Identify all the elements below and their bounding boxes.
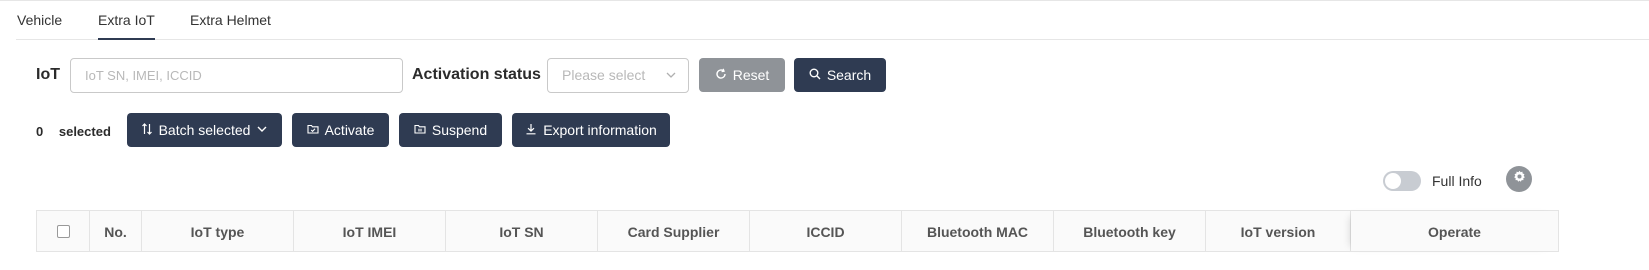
sort-arrows-icon — [141, 122, 153, 138]
refresh-icon — [715, 67, 727, 83]
tab-extra-helmet[interactable]: Extra Helmet — [190, 12, 271, 40]
export-information-label: Export information — [543, 122, 657, 138]
column-settings-button[interactable] — [1506, 166, 1532, 192]
column-header-iot-type[interactable]: IoT type — [142, 211, 294, 252]
column-header-iot-sn[interactable]: IoT SN — [446, 211, 598, 252]
folder-check-icon — [307, 122, 319, 138]
iot-filter-label: IoT — [36, 66, 60, 83]
column-header-iccid[interactable]: ICCID — [750, 211, 902, 252]
column-header-operate: Operate — [1351, 211, 1558, 252]
activation-status-select[interactable]: Please select — [547, 58, 689, 93]
table-header-divider — [36, 251, 1559, 252]
activate-button[interactable]: Activate — [292, 113, 389, 147]
activation-status-placeholder: Please select — [562, 67, 646, 83]
select-all-checkbox[interactable] — [56, 225, 70, 238]
search-label: Search — [826, 67, 872, 83]
search-icon — [809, 67, 821, 83]
tab-bar: Vehicle Extra IoT Extra Helmet — [16, 0, 1649, 40]
download-icon — [525, 122, 537, 138]
reset-label: Reset — [732, 67, 770, 83]
chevron-down-icon — [666, 59, 676, 92]
selected-count-label: selected — [58, 124, 111, 139]
tab-vehicle[interactable]: Vehicle — [17, 12, 62, 40]
reset-button[interactable]: Reset — [699, 58, 785, 92]
suspend-button[interactable]: Suspend — [399, 113, 502, 147]
gear-icon — [1513, 170, 1526, 188]
suspend-label: Suspend — [431, 122, 488, 138]
activate-label: Activate — [324, 122, 375, 138]
search-button[interactable]: Search — [794, 58, 886, 92]
column-header-bluetooth-mac[interactable]: Bluetooth MAC — [902, 211, 1054, 252]
export-information-button[interactable]: Export information — [512, 113, 670, 147]
activation-status-label: Activation status — [412, 66, 541, 83]
chevron-down-icon — [256, 122, 268, 138]
column-header-iot-imei[interactable]: IoT IMEI — [294, 211, 446, 252]
full-info-toggle[interactable] — [1383, 171, 1421, 191]
column-header-card-supplier[interactable]: Card Supplier — [598, 211, 750, 252]
tab-extra-iot[interactable]: Extra IoT — [98, 12, 155, 40]
toggle-knob — [1385, 173, 1401, 189]
iot-table-header: No. IoT type IoT IMEI IoT SN Card Suppli… — [36, 210, 1559, 252]
select-all-cell — [37, 211, 90, 252]
selected-count-number: 0 — [36, 124, 44, 139]
iot-search-input[interactable] — [70, 58, 403, 93]
column-header-iot-version[interactable]: IoT version — [1206, 211, 1351, 252]
batch-selected-button[interactable]: Batch selected — [127, 113, 282, 147]
full-info-label: Full Info — [1432, 173, 1482, 189]
batch-selected-label: Batch selected — [158, 122, 251, 138]
selected-count: 0 selected — [36, 124, 111, 139]
column-header-no[interactable]: No. — [90, 211, 142, 252]
folder-pause-icon — [414, 122, 426, 138]
column-header-bluetooth-key[interactable]: Bluetooth key — [1054, 211, 1206, 252]
